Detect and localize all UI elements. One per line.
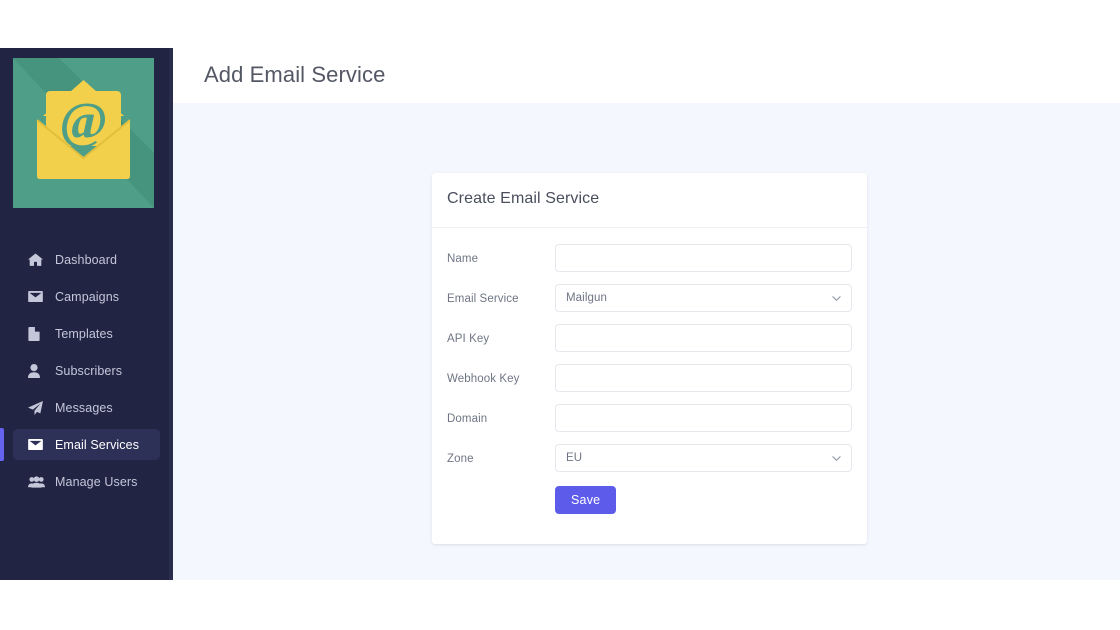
sidebar-item-label: Messages [55, 400, 113, 415]
envelope-icon [28, 289, 46, 305]
main-content: Create Email Service Name Email Service … [173, 103, 1120, 580]
card-header: Create Email Service [432, 173, 867, 228]
sidebar: @ Dashboard Campaigns Templates Subscrib… [0, 48, 173, 580]
field-label-email-service: Email Service [447, 293, 519, 305]
sidebar-item-email-services[interactable]: Email Services [0, 428, 160, 461]
sidebar-item-messages[interactable]: Messages [13, 392, 160, 423]
sidebar-item-label: Dashboard [55, 252, 118, 267]
actions-spacer [447, 486, 555, 514]
form-row-webhook-key: Webhook Key [447, 364, 852, 392]
webhook-key-input[interactable] [555, 364, 852, 392]
sidebar-item-dashboard[interactable]: Dashboard [13, 244, 160, 275]
sidebar-item-label: Campaigns [55, 289, 120, 304]
page-title: Add Email Service [204, 62, 386, 87]
home-icon [28, 252, 46, 268]
form-row-zone: Zone EU [447, 444, 852, 472]
email-envelope-at-logo-icon: @ [13, 58, 154, 208]
document-icon [28, 326, 46, 342]
form-row-api-key: API Key [447, 324, 852, 352]
envelope-open-icon [28, 437, 46, 453]
sidebar-item-manage-users[interactable]: Manage Users [13, 466, 160, 497]
field-label-api-key: API Key [447, 333, 490, 345]
sidebar-item-subscribers[interactable]: Subscribers [13, 355, 160, 386]
sidebar-item-label: Email Services [55, 437, 140, 452]
api-key-input[interactable] [555, 324, 852, 352]
email-service-select[interactable]: Mailgun [555, 284, 852, 312]
user-icon [28, 363, 46, 379]
form-row-name: Name [447, 244, 852, 272]
field-label-name: Name [447, 253, 479, 265]
zone-select[interactable]: EU [555, 444, 852, 472]
sidebar-item-templates[interactable]: Templates [13, 318, 160, 349]
domain-input[interactable] [555, 404, 852, 432]
sidebar-item-campaigns[interactable]: Campaigns [13, 281, 160, 312]
form-row-email-service: Email Service Mailgun [447, 284, 852, 312]
field-label-webhook-key: Webhook Key [447, 373, 520, 385]
save-button[interactable]: Save [555, 486, 617, 514]
sidebar-item-label: Manage Users [55, 474, 138, 489]
sidebar-nav: Dashboard Campaigns Templates Subscriber… [0, 244, 173, 503]
sidebar-item-label: Subscribers [55, 363, 123, 378]
form-actions: Save [447, 486, 852, 514]
card-body: Name Email Service Mailgun API Key Webho… [432, 228, 867, 514]
app-viewport: @ Dashboard Campaigns Templates Subscrib… [0, 48, 1120, 580]
brand-logo[interactable]: @ [13, 58, 154, 208]
paper-plane-icon [28, 400, 46, 416]
users-group-icon [28, 474, 46, 490]
top-header: Add Email Service [173, 48, 1120, 103]
card-title: Create Email Service [447, 190, 600, 207]
form-row-domain: Domain [447, 404, 852, 432]
svg-text:@: @ [59, 93, 107, 150]
name-input[interactable] [555, 244, 852, 272]
sidebar-item-label: Templates [55, 326, 113, 341]
field-label-domain: Domain [447, 413, 488, 425]
create-email-service-card: Create Email Service Name Email Service … [432, 173, 867, 544]
field-label-zone: Zone [447, 453, 474, 465]
